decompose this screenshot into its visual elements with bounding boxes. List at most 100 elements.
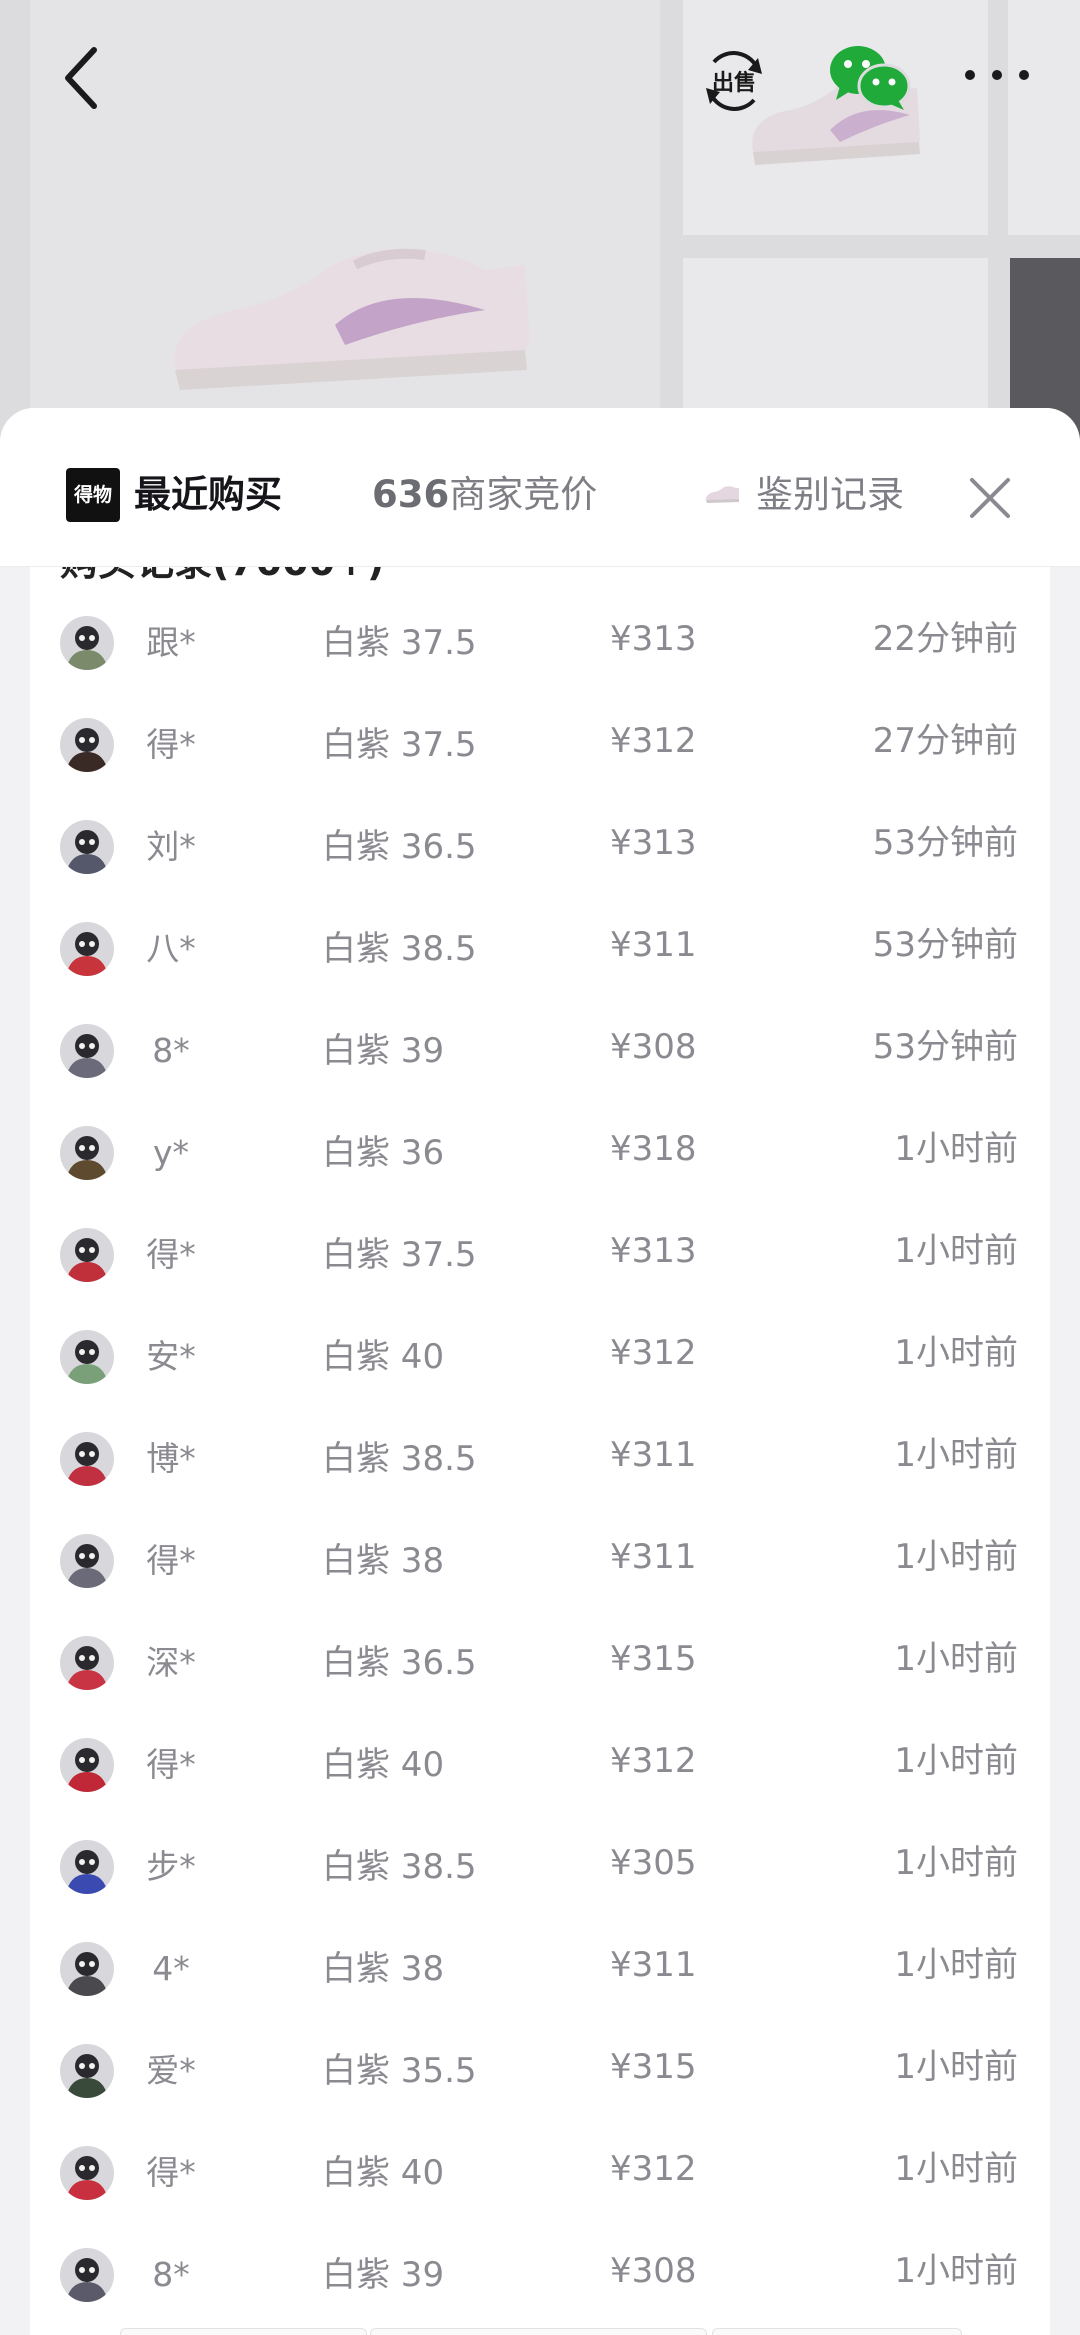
item-price: ¥312	[610, 1741, 697, 1781]
item-spec: 白紫 36.5	[322, 1643, 477, 1683]
record-row: y* 白紫 36 ¥318 1小时前	[30, 1102, 1050, 1204]
buyer-name: 4*	[152, 1949, 190, 1988]
item-price: ¥305	[610, 1843, 697, 1883]
record-row: 得* 白紫 40 ¥312 1小时前	[30, 2122, 1050, 2224]
item-spec: 白紫 35.5	[322, 2051, 477, 2091]
item-price: ¥313	[610, 619, 697, 659]
record-row: 8* 白紫 39 ¥308 1小时前	[30, 2224, 1050, 2326]
item-spec: 白紫 38	[322, 1541, 445, 1581]
purchase-time: 1小时前	[894, 2149, 1018, 2189]
tab-recent-purchases[interactable]: 最近购买	[134, 468, 282, 522]
purchase-time: 1小时前	[894, 1843, 1018, 1883]
purchase-time: 1小时前	[894, 1333, 1018, 1373]
tab-merchant-bids[interactable]: 636商家竞价	[372, 468, 597, 522]
purchase-time: 53分钟前	[872, 1027, 1018, 1067]
wechat-icon[interactable]	[826, 42, 912, 112]
record-row: 得* 白紫 37.5 ¥312 27分钟前	[30, 694, 1050, 796]
item-price: ¥312	[610, 721, 697, 761]
item-price: ¥311	[610, 925, 697, 965]
avatar	[60, 2248, 114, 2302]
record-row: 8* 白紫 39 ¥308 53分钟前	[30, 1000, 1050, 1102]
record-row: 得* 白紫 40 ¥312 1小时前	[30, 1714, 1050, 1816]
purchase-time: 1小时前	[894, 1741, 1018, 1781]
record-row: 4* 白紫 38 ¥311 1小时前	[30, 1918, 1050, 2020]
item-price: ¥315	[610, 2047, 697, 2087]
item-spec: 白紫 37.5	[322, 1235, 477, 1275]
record-row: 跟* 白紫 37.5 ¥313 22分钟前	[30, 592, 1050, 694]
avatar	[60, 1534, 114, 1588]
avatar	[60, 616, 114, 670]
avatar	[60, 1840, 114, 1894]
buyer-name: 8*	[152, 1031, 190, 1070]
item-price: ¥308	[610, 1027, 697, 1067]
item-spec: 白紫 39	[322, 1031, 445, 1071]
sheet-header: 得物 最近购买 636商家竞价 鉴别记录	[0, 408, 1080, 567]
buyer-name: 得*	[146, 1235, 196, 1274]
item-spec: 白紫 40	[322, 2153, 445, 2193]
item-price: ¥308	[610, 2251, 697, 2291]
purchase-time: 53分钟前	[872, 823, 1018, 863]
record-row: 得* 白紫 37.5 ¥313 1小时前	[30, 1204, 1050, 1306]
avatar	[60, 2044, 114, 2098]
item-price: ¥312	[610, 2149, 697, 2189]
avatar	[60, 2146, 114, 2200]
product-thumbnail[interactable]	[1008, 0, 1080, 235]
purchase-time: 1小时前	[894, 1129, 1018, 1169]
buyer-name: 得*	[146, 2153, 196, 2192]
record-row: 博* 白紫 38.5 ¥311 1小时前	[30, 1408, 1050, 1510]
purchase-time: 22分钟前	[872, 619, 1018, 659]
sell-button[interactable]: 出售	[700, 48, 768, 114]
avatar	[60, 1636, 114, 1690]
item-spec: 白紫 38.5	[322, 1847, 477, 1887]
item-spec: 白紫 37.5	[322, 623, 477, 663]
item-spec: 白紫 40	[322, 1745, 445, 1785]
purchase-time: 1小时前	[894, 1231, 1018, 1271]
item-spec: 白紫 40	[322, 1337, 445, 1377]
buyer-name: 8*	[152, 2255, 190, 2294]
item-spec: 白紫 39	[322, 2255, 445, 2295]
item-price: ¥311	[610, 1537, 697, 1577]
shoe-image	[174, 248, 530, 390]
item-price: ¥312	[610, 1333, 697, 1373]
back-icon[interactable]	[58, 44, 106, 112]
sell-icon: 出售	[706, 51, 762, 111]
purchase-time: 1小时前	[894, 2047, 1018, 2087]
item-spec: 白紫 36.5	[322, 827, 477, 867]
avatar	[60, 1330, 114, 1384]
record-row: 深* 白紫 36.5 ¥315 1小时前	[30, 1612, 1050, 1714]
purchase-time: 1小时前	[894, 1945, 1018, 1985]
bids-label: 商家竞价	[449, 473, 598, 516]
buyer-name: 深*	[146, 1643, 196, 1682]
buyer-name: 得*	[146, 725, 196, 764]
more-icon[interactable]	[962, 60, 1032, 90]
bottom-tab-edges	[0, 2320, 1080, 2335]
recent-purchases-sheet: 得物 最近购买 636商家竞价 鉴别记录 购买记录(7000+) 跟*白紫 37…	[0, 408, 1080, 2335]
tab-authentication-records[interactable]: 鉴别记录	[704, 468, 904, 522]
shoe-icon	[705, 486, 739, 503]
avatar	[60, 718, 114, 772]
close-icon[interactable]	[968, 476, 1012, 520]
item-price: ¥315	[610, 1639, 697, 1679]
item-price: ¥313	[610, 823, 697, 863]
record-row: 刘* 白紫 36.5 ¥313 53分钟前	[30, 796, 1050, 898]
avatar	[60, 1942, 114, 1996]
avatar	[60, 1432, 114, 1486]
buyer-name: 安*	[146, 1337, 196, 1376]
avatar	[60, 922, 114, 976]
buyer-name: 跟*	[146, 623, 196, 662]
auth-label: 鉴别记录	[756, 473, 904, 516]
buyer-name: 步*	[146, 1847, 196, 1886]
bids-count: 636	[372, 473, 450, 516]
purchase-time: 1小时前	[894, 1435, 1018, 1475]
purchase-time: 27分钟前	[872, 721, 1018, 761]
record-row: 得* 白紫 38 ¥311 1小时前	[30, 1510, 1050, 1612]
item-spec: 白紫 38	[322, 1949, 445, 1989]
purchase-time: 1小时前	[894, 1537, 1018, 1577]
buyer-name: 刘*	[146, 827, 196, 866]
purchase-record-list: 购买记录(7000+) 跟*白紫 37.5¥31322分钟前得*白紫 37.5¥…	[30, 542, 1050, 2335]
buyer-name: 八*	[146, 929, 196, 968]
buyer-name: 爱*	[146, 2051, 196, 2090]
buyer-name: 得*	[146, 1541, 196, 1580]
record-row: 步* 白紫 38.5 ¥305 1小时前	[30, 1816, 1050, 1918]
record-row: 爱* 白紫 35.5 ¥315 1小时前	[30, 2020, 1050, 2122]
